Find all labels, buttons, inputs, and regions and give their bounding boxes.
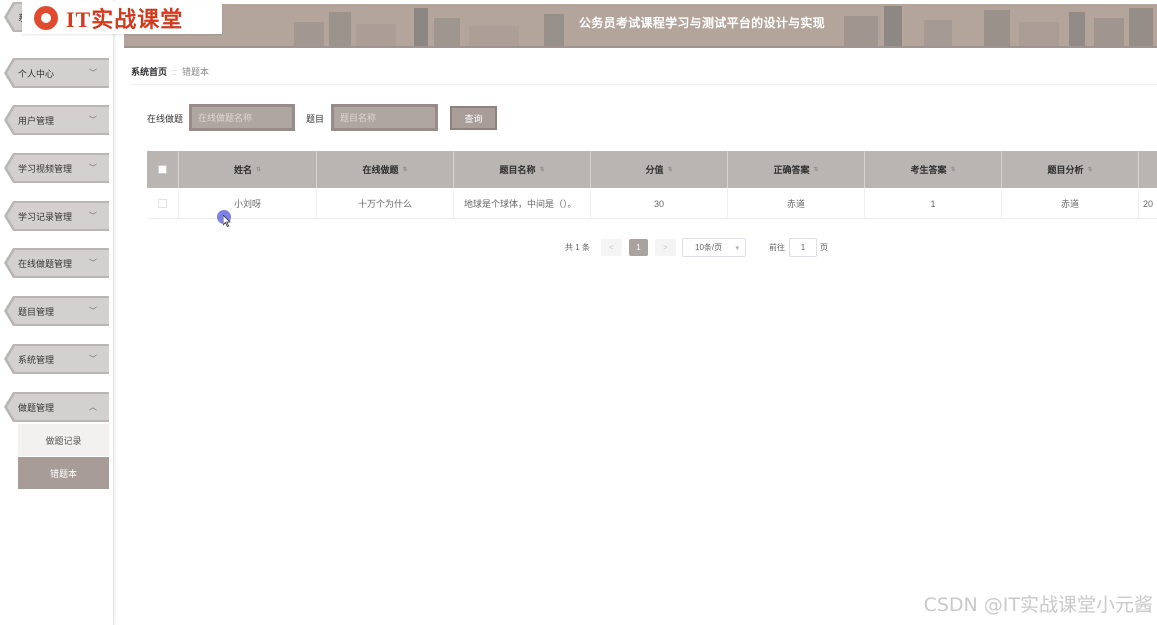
column-header-label: 分值	[645, 165, 664, 175]
sidebar-item-question-management[interactable]: 题目管理 ﹀	[4, 296, 109, 326]
sidebar: 系 个人中心﹀ 用户管理﹀ 学习视频管理﹀ 学习记录管理﹀ 在线做题管理﹀ 题目…	[0, 0, 114, 625]
logo-icon	[34, 6, 58, 30]
sidebar-subitem-wrong-questions[interactable]: 错题本	[18, 457, 109, 489]
logo-text: IT实战课堂	[66, 7, 184, 32]
search-button[interactable]: 查询	[450, 106, 497, 130]
cell-correct-answer: 赤道	[728, 188, 865, 219]
chevron-down-icon: ﹀	[89, 211, 97, 221]
question-input-wrapper	[331, 104, 438, 131]
watermark: CSDN @IT实战课堂小元酱	[923, 594, 1153, 616]
sidebar-item-user-management[interactable]: 用户管理 ﹀	[4, 105, 109, 135]
online-quiz-input-wrapper	[189, 104, 295, 131]
sidebar-item-label: 题目管理	[18, 306, 55, 317]
row-checkbox[interactable]	[158, 199, 167, 208]
cell-online-quiz: 十万个为什么	[317, 188, 454, 219]
online-quiz-search-input[interactable]	[192, 107, 292, 128]
sort-icon: ⇅	[667, 167, 673, 173]
cell-analysis: 赤道	[1002, 188, 1139, 219]
sort-icon: ⇅	[950, 167, 956, 173]
sidebar-item-label: 系统管理	[18, 354, 55, 365]
cell-score: 30	[591, 188, 728, 219]
sidebar-item-label: 在线做题管理	[18, 258, 73, 269]
select-all-checkbox[interactable]	[158, 165, 167, 174]
cell-overflow: 20	[1143, 198, 1154, 209]
sidebar-item-online-quiz-management[interactable]: 在线做题管理 ﹀	[4, 248, 109, 278]
column-header-name[interactable]: 姓名 ⇅	[179, 151, 317, 188]
chevron-down-icon: ﹀	[89, 306, 97, 316]
column-header-label: 正确答案	[773, 165, 810, 175]
page-size-value: 10条/页	[695, 243, 723, 252]
sort-icon: ⇅	[1087, 167, 1093, 173]
question-label: 题目	[306, 114, 325, 124]
column-header-label: 姓名	[233, 165, 252, 175]
logo: IT实战课堂	[22, 2, 222, 34]
goto-label: 前往	[769, 243, 785, 252]
sidebar-item-personal-center[interactable]: 个人中心 ﹀	[4, 58, 109, 88]
goto-page-input[interactable]: 1	[789, 238, 817, 257]
cell-question: 地球是个球体，中间是（）。	[454, 188, 591, 219]
pagination-page-1[interactable]: 1	[629, 239, 648, 256]
sidebar-item-system-management[interactable]: 系统管理 ﹀	[4, 344, 109, 374]
chevron-down-icon: ﹀	[89, 258, 97, 268]
mouse-pointer-icon	[223, 215, 231, 227]
header-divider	[124, 46, 1157, 48]
pagination-next-button[interactable]: >	[655, 239, 676, 256]
sort-icon: ⇅	[402, 167, 408, 173]
select-all-cell	[147, 151, 179, 188]
column-header-label: 题目名称	[499, 165, 536, 175]
chevron-down-icon: ▾	[735, 244, 739, 252]
table-row[interactable]: 小刘呀 十万个为什么 地球是个球体，中间是（）。 30 赤道 1 赤道 20	[147, 188, 1157, 219]
sidebar-item-video-management[interactable]: 学习视频管理 ﹀	[4, 153, 109, 183]
column-header-label: 题目分析	[1047, 165, 1084, 175]
sidebar-item-label: 个人中心	[18, 68, 55, 79]
page-title: 公务员考试课程学习与测试平台的设计与实现	[578, 16, 825, 30]
column-header-question[interactable]: 题目名称 ⇅	[454, 151, 591, 188]
column-header-label: 在线做题	[362, 165, 399, 175]
online-quiz-label: 在线做题	[147, 114, 184, 124]
sidebar-item-label: 学习记录管理	[18, 211, 73, 222]
column-header-score[interactable]: 分值 ⇅	[591, 151, 728, 188]
chevron-down-icon: ﹀	[89, 115, 97, 125]
sort-icon: ⇅	[255, 167, 262, 173]
column-header-online-quiz[interactable]: 在线做题 ⇅	[317, 151, 454, 188]
chevron-down-icon: ﹀	[89, 354, 97, 364]
column-header-overflow	[1139, 151, 1157, 188]
breadcrumb-current: 错题本	[182, 67, 210, 77]
sidebar-subitem-answer-records[interactable]: 做题记录	[18, 424, 109, 456]
column-header-label: 考生答案	[910, 165, 947, 175]
page-size-select[interactable]: 10条/页 ▾	[682, 238, 746, 257]
sidebar-item-label: 学习视频管理	[18, 163, 73, 174]
goto-suffix: 页	[820, 243, 828, 252]
column-header-correct-answer[interactable]: 正确答案 ⇅	[728, 151, 865, 188]
chevron-up-icon: ︿	[89, 402, 97, 412]
pagination-total: 共 1 条	[565, 243, 590, 252]
sidebar-item-label: 做题管理	[18, 402, 55, 413]
breadcrumb-separator: ::	[172, 67, 178, 77]
chevron-down-icon: ﹀	[89, 68, 97, 78]
question-search-input[interactable]	[334, 107, 435, 128]
column-header-analysis[interactable]: 题目分析 ⇅	[1002, 151, 1139, 188]
breadcrumb-divider	[131, 84, 1157, 85]
sidebar-item-answer-management[interactable]: 做题管理 ︿	[4, 392, 109, 422]
table-header: 姓名 ⇅ 在线做题 ⇅ 题目名称 ⇅ 分值 ⇅ 正确答案 ⇅ 考生答案 ⇅ 题目分析 ⇅	[147, 151, 1157, 188]
header-banner: 公务员考试课程学习与测试平台的设计与实现	[124, 4, 1157, 46]
sort-icon: ⇅	[539, 167, 545, 173]
breadcrumb-home[interactable]: 系统首页	[131, 67, 167, 77]
cell-student-answer: 1	[865, 188, 1002, 219]
pagination-prev-button[interactable]: <	[601, 239, 622, 256]
chevron-down-icon: ﹀	[89, 163, 97, 173]
sidebar-item-label: 用户管理	[18, 115, 55, 126]
column-header-student-answer[interactable]: 考生答案 ⇅	[865, 151, 1002, 188]
sidebar-item-study-record-management[interactable]: 学习记录管理 ﹀	[4, 201, 109, 231]
sort-icon: ⇅	[813, 167, 819, 173]
cell-name: 小刘呀	[179, 188, 317, 219]
breadcrumb: 系统首页:: 错题本	[131, 65, 209, 78]
row-select-cell	[147, 188, 179, 219]
